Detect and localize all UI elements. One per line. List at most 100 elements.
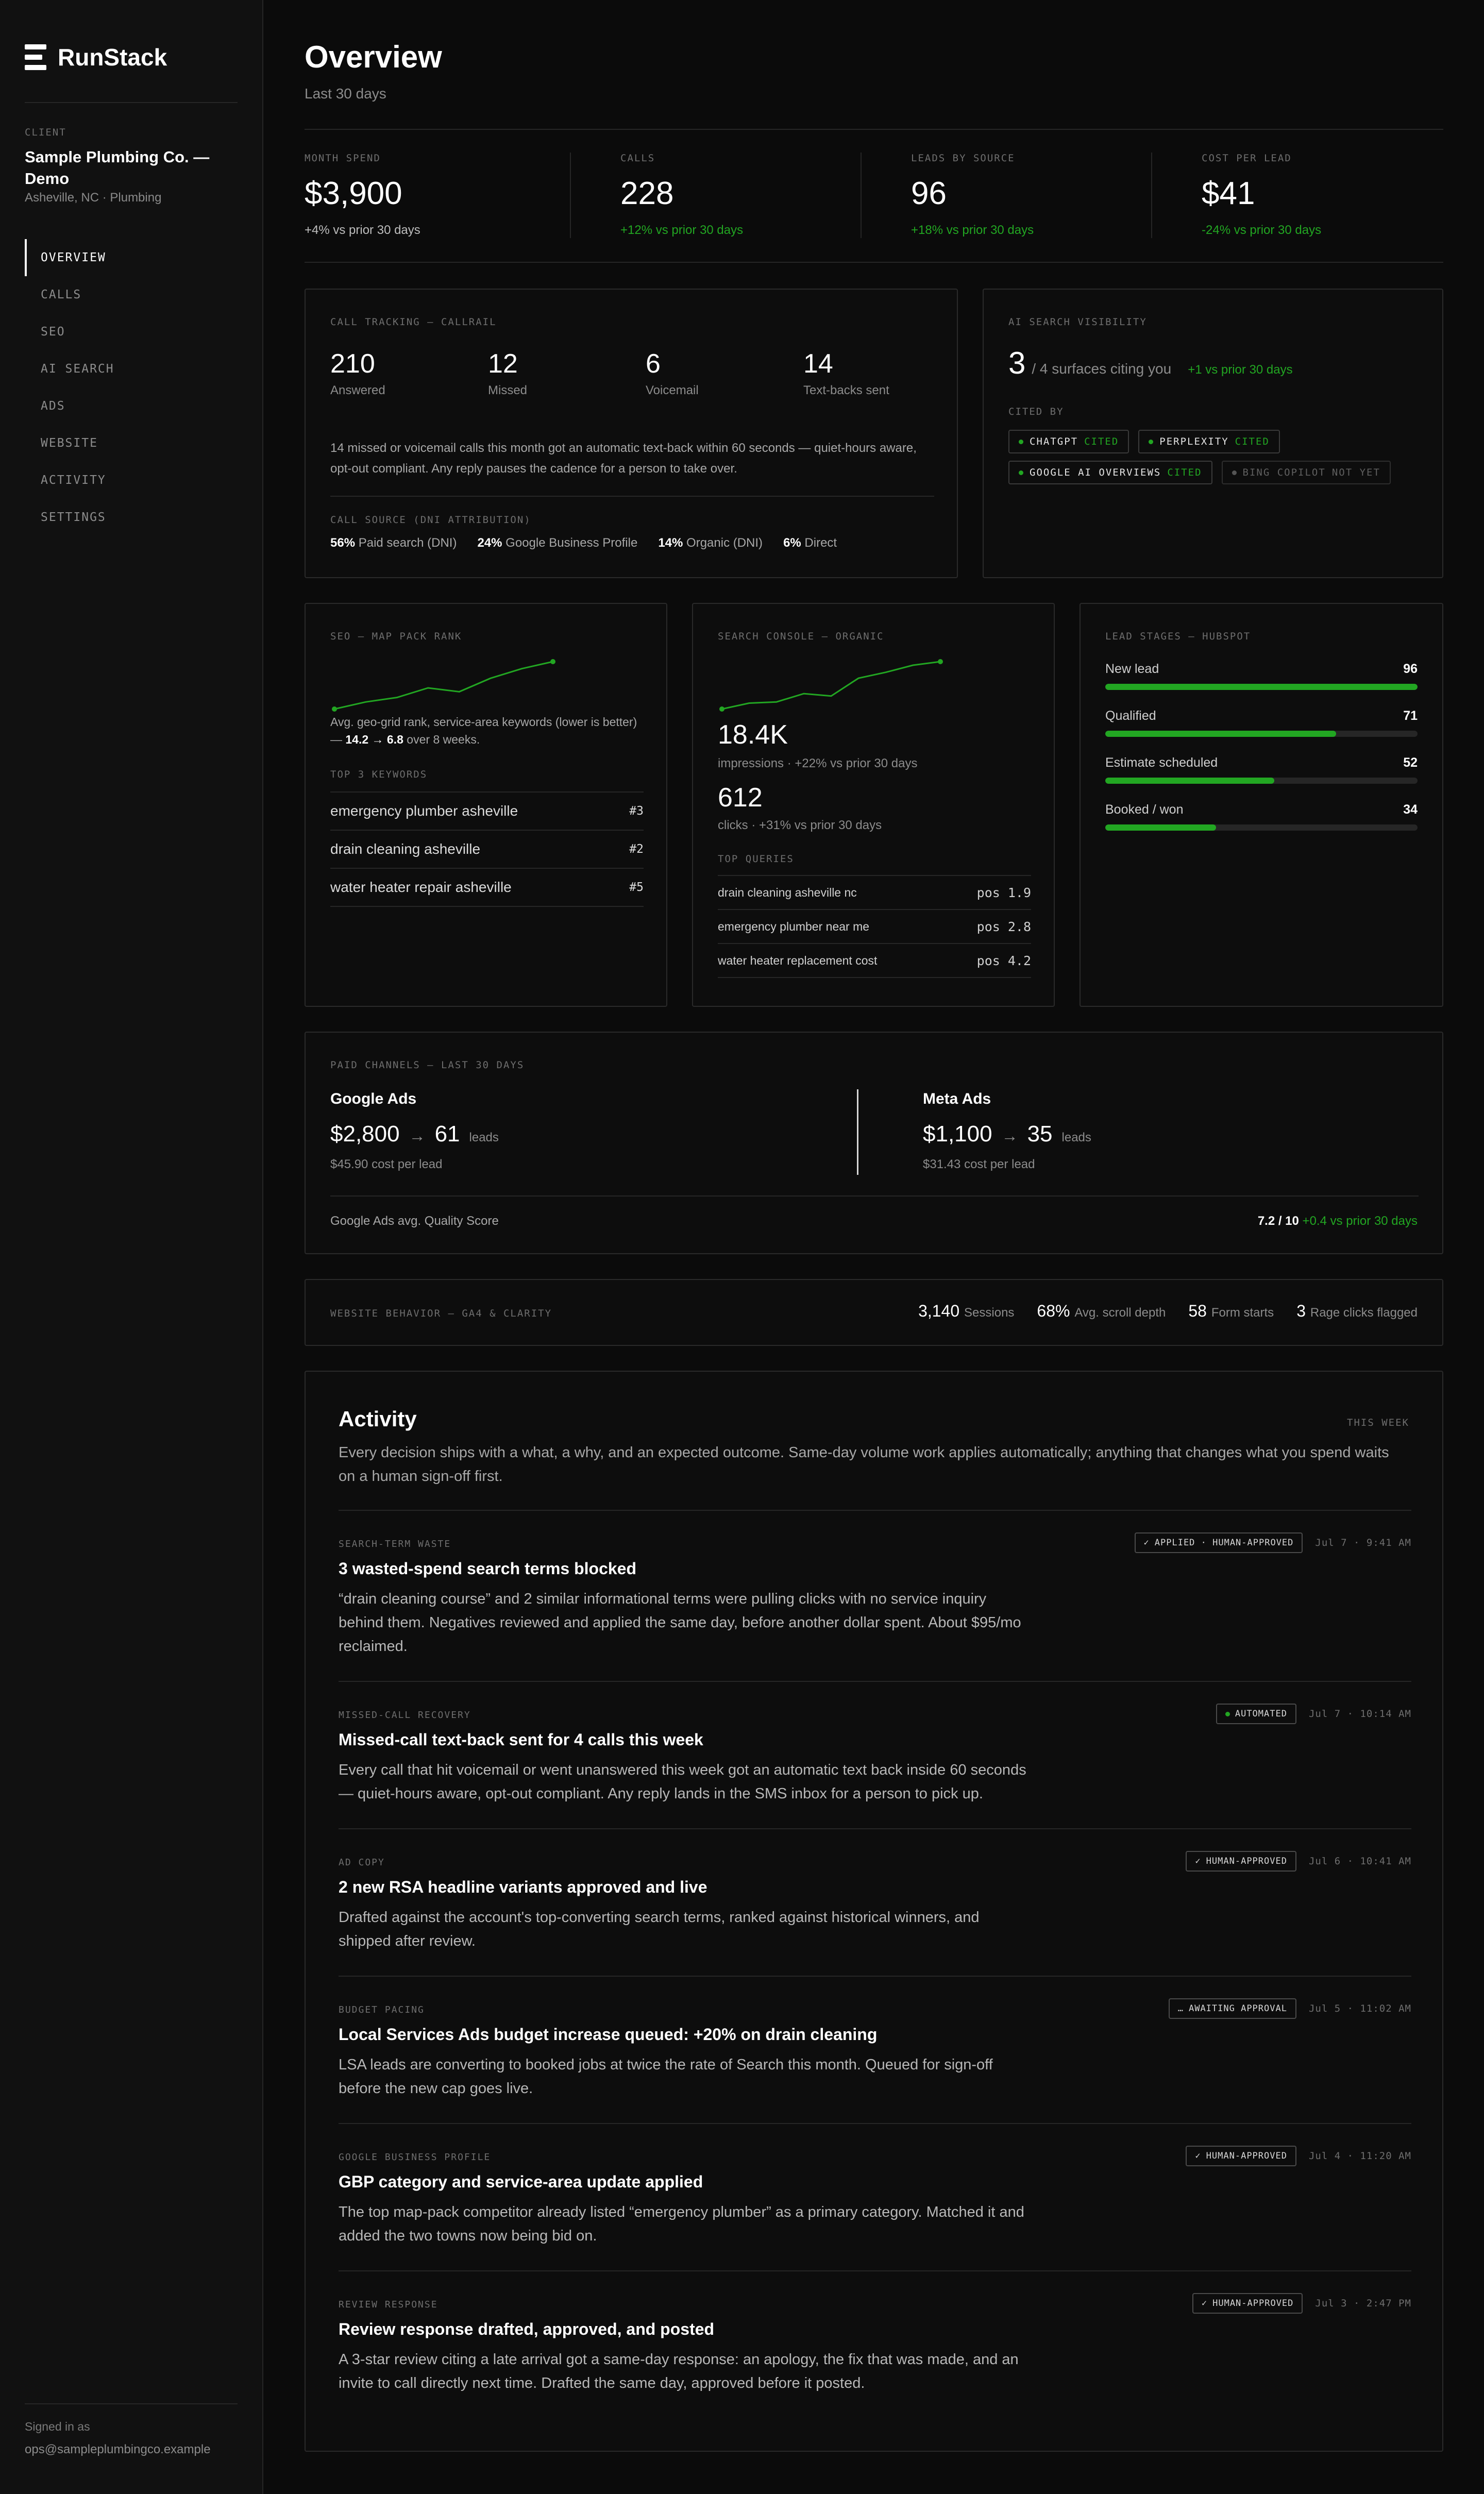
activity-category: BUDGET PACING bbox=[339, 2004, 425, 2015]
stat-value: 210 bbox=[330, 349, 375, 379]
check-icon: ✓ bbox=[1195, 2151, 1201, 2161]
status-badge: AUTOMATED bbox=[1216, 1704, 1296, 1724]
stage-list: New lead 96 Qualified 71 Estimate schedule… bbox=[1105, 662, 1418, 849]
channel-cpl: $31.43 cost per lead bbox=[923, 1157, 1035, 1171]
activity-item[interactable]: SEARCH-TERM WASTE 3 wasted-spend search … bbox=[339, 1510, 1411, 1681]
nav-item-settings[interactable]: SETTINGS bbox=[25, 499, 241, 536]
activity-item[interactable]: GOOGLE BUSINESS PROFILE GBP category and… bbox=[339, 2123, 1411, 2270]
kpi-value: 228 bbox=[620, 176, 674, 211]
nav-item-website[interactable]: WEBSITE bbox=[25, 425, 241, 462]
activity-item[interactable]: BUDGET PACING Local Services Ads budget … bbox=[339, 1976, 1411, 2123]
query-list: drain cleaning asheville nc pos 1.9 emerg… bbox=[718, 875, 1031, 978]
activity-time: Jul 4 · 11:20 AM bbox=[1308, 2150, 1411, 2162]
progress-bar bbox=[1105, 778, 1418, 784]
stat-label: Answered bbox=[330, 383, 385, 397]
activity-time: Jul 7 · 9:41 AM bbox=[1315, 1537, 1411, 1548]
status-badge: ✓ HUMAN-APPROVED bbox=[1192, 2293, 1303, 2314]
page-subtitle: Last 30 days bbox=[305, 86, 386, 102]
keyword-row[interactable]: emergency plumber asheville #3 bbox=[330, 791, 644, 830]
activity-meta: AUTOMATED Jul 7 · 10:14 AM bbox=[1216, 1704, 1411, 1724]
seo-note: Avg. geo-grid rank, service-area keyword… bbox=[330, 715, 637, 746]
activity-item-body: A 3-star review citing a late arrival go… bbox=[339, 2351, 1019, 2391]
chip-bing-copilot[interactable]: BING COPILOT NOT YET bbox=[1221, 461, 1391, 484]
impressions-label: impressions · +22% vs prior 30 days bbox=[718, 756, 918, 770]
nav-item-activity[interactable]: ACTIVITY bbox=[25, 462, 241, 499]
channel-google-ads[interactable]: Google Ads $2,800 → 61 leads $45.90 cost… bbox=[330, 1090, 499, 1172]
activity-category: AD COPY bbox=[339, 1857, 385, 1868]
call-sources: 56% Paid search (DNI) 24% Google Busines… bbox=[330, 536, 837, 550]
activity-item[interactable]: MISSED-CALL RECOVERY Missed-call text-ba… bbox=[339, 1681, 1411, 1828]
quality-score-label: Google Ads avg. Quality Score bbox=[330, 1214, 499, 1228]
progress-bar bbox=[1105, 684, 1418, 690]
activity-item[interactable]: REVIEW RESPONSE Review response drafted,… bbox=[339, 2270, 1411, 2425]
stat-missed: 12 Missed bbox=[488, 348, 646, 398]
keyword-row[interactable]: drain cleaning asheville #2 bbox=[330, 830, 644, 868]
sidebar: RunStack CLIENT Sample Plumbing Co. — De… bbox=[0, 0, 263, 2494]
status-dot-icon bbox=[1019, 470, 1023, 475]
paid-channels-card: PAID CHANNELS — LAST 30 DAYS Google Ads … bbox=[305, 1032, 1443, 1254]
ai-search-card: AI SEARCH VISIBILITY 3 / 4 surfaces citi… bbox=[983, 289, 1443, 578]
channel-meta-ads[interactable]: Meta Ads $1,100 → 35 leads $31.43 cost p… bbox=[923, 1090, 1091, 1172]
activity-intro: Every decision ships with a what, a why,… bbox=[339, 1444, 1389, 1485]
channel-name: Meta Ads bbox=[923, 1090, 991, 1107]
activity-time: Jul 6 · 10:41 AM bbox=[1308, 1856, 1411, 1867]
activity-category: REVIEW RESPONSE bbox=[339, 2299, 438, 2310]
stat-text-backs: 14 Text-backs sent bbox=[803, 348, 889, 398]
check-icon: ✓ bbox=[1195, 1856, 1201, 1866]
call-source: 6% Direct bbox=[783, 536, 837, 550]
call-source: 56% Paid search (DNI) bbox=[330, 536, 457, 550]
stat-value: 14 bbox=[803, 349, 833, 379]
ai-delta: +1 vs prior 30 days bbox=[1188, 363, 1293, 377]
status-dot-icon bbox=[1225, 1711, 1230, 1716]
activity-item-body: The top map-pack competitor already list… bbox=[339, 2204, 1024, 2244]
hourglass-icon: … bbox=[1177, 2003, 1184, 2014]
keywords-caption: TOP 3 KEYWORDS bbox=[330, 769, 428, 780]
lead-stages-card: LEAD STAGES — HUBSPOT New lead 96 Qualifi… bbox=[1080, 603, 1443, 1007]
nav-item-overview[interactable]: OVERVIEW bbox=[25, 239, 241, 276]
activity-item-title: 2 new RSA headline variants approved and… bbox=[339, 1878, 707, 1896]
kpi-value: $3,900 bbox=[305, 176, 402, 211]
metric-scroll-depth: 68% Avg. scroll depth bbox=[1037, 1302, 1166, 1320]
nav-item-calls[interactable]: CALLS bbox=[25, 276, 241, 313]
channel-result: $1,100 → 35 leads bbox=[923, 1121, 1091, 1147]
activity-title: Activity bbox=[339, 1407, 417, 1431]
page-title: Overview bbox=[305, 40, 442, 74]
nav-item-ads[interactable]: ADS bbox=[25, 387, 241, 425]
stat-value: 6 bbox=[646, 349, 661, 379]
kpi-label: MONTH SPEND bbox=[305, 153, 381, 164]
kpi-calls: CALLS 228 +12% vs prior 30 days bbox=[620, 153, 743, 238]
chip-google-ai-overviews[interactable]: GOOGLE AI OVERVIEWS CITED bbox=[1008, 461, 1212, 484]
quality-score: 7.2 / 10 +0.4 vs prior 30 days bbox=[1257, 1214, 1418, 1228]
kpi-value: $41 bbox=[1202, 176, 1255, 211]
divider bbox=[570, 153, 571, 238]
stage-new-lead: New lead 96 bbox=[1105, 662, 1418, 690]
menu-bars-icon bbox=[25, 44, 46, 70]
nav-item-ai-search[interactable]: AI SEARCH bbox=[25, 350, 241, 387]
card-caption: PAID CHANNELS — LAST 30 DAYS bbox=[330, 1059, 525, 1071]
divider bbox=[25, 102, 238, 103]
status-badge: … AWAITING APPROVAL bbox=[1168, 1998, 1296, 2019]
kpi-delta: -24% vs prior 30 days bbox=[1202, 223, 1322, 237]
impressions-sparkline bbox=[719, 659, 943, 712]
query-row[interactable]: water heater replacement cost pos 4.2 bbox=[718, 943, 1031, 977]
nav-item-seo[interactable]: SEO bbox=[25, 313, 241, 350]
keyword-row[interactable]: water heater repair asheville #5 bbox=[330, 868, 644, 906]
client-caption: CLIENT bbox=[25, 127, 66, 138]
status-dot-icon bbox=[1019, 439, 1023, 444]
stat-label: Text-backs sent bbox=[803, 383, 889, 397]
client-location: Asheville, NC · Plumbing bbox=[25, 191, 162, 205]
query-row[interactable]: emergency plumber near me pos 2.8 bbox=[718, 909, 1031, 943]
query-row[interactable]: drain cleaning asheville nc pos 1.9 bbox=[718, 875, 1031, 909]
brand-logo[interactable]: RunStack bbox=[25, 43, 167, 71]
kpi-label: LEADS BY SOURCE bbox=[911, 153, 1015, 164]
chip-chatgpt[interactable]: CHATGPT CITED bbox=[1008, 430, 1129, 453]
activity-item-title: GBP category and service-area update app… bbox=[339, 2172, 703, 2191]
card-caption: LEAD STAGES — HUBSPOT bbox=[1105, 631, 1251, 642]
chip-perplexity[interactable]: PERPLEXITY CITED bbox=[1138, 430, 1280, 453]
activity-category: MISSED-CALL RECOVERY bbox=[339, 1710, 471, 1721]
website-metrics: 3,140 Sessions 68% Avg. scroll depth 58 … bbox=[918, 1302, 1418, 1321]
activity-item[interactable]: AD COPY 2 new RSA headline variants appr… bbox=[339, 1828, 1411, 1976]
activity-item-body: Drafted against the account's top-conver… bbox=[339, 1909, 980, 1949]
activity-period: THIS WEEK bbox=[1347, 1417, 1409, 1428]
card-caption: WEBSITE BEHAVIOR — GA4 & CLARITY bbox=[330, 1308, 552, 1319]
